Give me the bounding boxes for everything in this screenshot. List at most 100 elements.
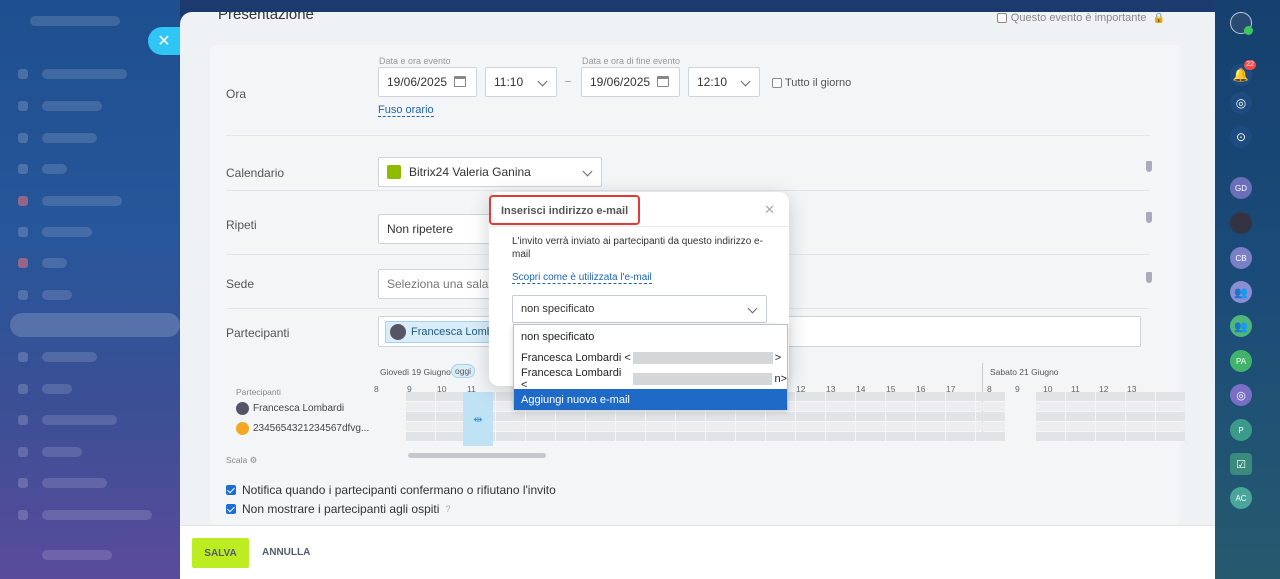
timeline-cell[interactable]	[646, 432, 675, 441]
menu-item[interactable]	[42, 69, 127, 79]
menu-item[interactable]	[42, 510, 152, 520]
timeline-cell[interactable]	[406, 432, 435, 441]
timeline-cell[interactable]	[646, 422, 675, 431]
timeline-cell[interactable]	[676, 412, 705, 421]
timeline-cell[interactable]	[1156, 392, 1185, 401]
avatar-photo[interactable]	[1230, 212, 1252, 234]
timeline-cell[interactable]	[1066, 412, 1095, 421]
timeline-cell[interactable]	[916, 432, 945, 441]
close-icon[interactable]: ✕	[764, 202, 775, 218]
pin-icon[interactable]	[1146, 161, 1152, 172]
location-input[interactable]: Seleziona una sala riu	[378, 269, 498, 299]
timeline-cell[interactable]	[676, 432, 705, 441]
timeline-cell[interactable]	[736, 422, 765, 431]
avatar-p[interactable]: P	[1230, 419, 1252, 441]
help-icon[interactable]: ?	[445, 504, 450, 514]
timeline-cell[interactable]	[1066, 402, 1095, 411]
add-email-option[interactable]: Aggiungi nuova e-mail	[514, 389, 787, 410]
timeline-cell[interactable]	[766, 412, 795, 421]
cancel-button[interactable]: ANNULLA	[262, 547, 310, 558]
timeline-cell[interactable]	[826, 422, 855, 431]
timeline-cell[interactable]	[586, 422, 615, 431]
notify-checkbox[interactable]	[226, 485, 236, 495]
timeline-cell[interactable]	[856, 432, 885, 441]
timeline-cell[interactable]	[556, 422, 585, 431]
timeline-cell[interactable]	[676, 422, 705, 431]
notify-option[interactable]: Notifica quando i partecipanti conferman…	[226, 483, 556, 497]
close-slider-button[interactable]: ✕	[148, 27, 180, 55]
timeline-scrollbar[interactable]	[408, 453, 546, 458]
timeline-cell[interactable]	[946, 402, 975, 411]
menu-item[interactable]	[42, 352, 97, 362]
timeline-cell[interactable]	[616, 432, 645, 441]
email-select[interactable]: non specificato	[512, 295, 767, 323]
menu-item[interactable]	[42, 164, 67, 174]
timeline-cell[interactable]	[1156, 422, 1185, 431]
menu-item[interactable]	[42, 384, 72, 394]
end-time-select[interactable]: 12:10	[688, 67, 760, 97]
group-chat-icon[interactable]: 👥	[1230, 315, 1252, 337]
timeline-cell[interactable]	[1126, 412, 1155, 421]
dropdown-option[interactable]: Francesca Lombardi < >	[514, 347, 787, 368]
menu-item[interactable]	[42, 227, 92, 237]
pin-icon[interactable]	[1146, 272, 1152, 283]
timeline-cell[interactable]	[616, 422, 645, 431]
timeline-cell[interactable]	[1036, 412, 1065, 421]
timeline-cell[interactable]	[586, 412, 615, 421]
timeline-cell[interactable]	[1066, 422, 1095, 431]
timeline-cell[interactable]	[436, 412, 465, 421]
menu-item[interactable]	[42, 415, 117, 425]
timeline-cell[interactable]	[976, 432, 1005, 441]
menu-item[interactable]	[42, 133, 97, 143]
avatar-pa[interactable]: PA	[1230, 350, 1252, 372]
menu-item[interactable]	[42, 478, 107, 488]
timeline-cell[interactable]	[616, 412, 645, 421]
timeline-cell[interactable]	[766, 422, 795, 431]
start-time-select[interactable]: 11:10	[485, 67, 557, 97]
menu-item[interactable]	[42, 447, 82, 457]
important-checkbox[interactable]	[996, 13, 1007, 23]
timeline-cell[interactable]	[436, 402, 465, 411]
timeline-cell[interactable]	[406, 402, 435, 411]
menu-item[interactable]	[42, 196, 122, 206]
all-day-checkbox[interactable]	[772, 78, 782, 88]
menu-item[interactable]	[42, 550, 112, 560]
timeline-cell[interactable]	[886, 422, 915, 431]
timeline-cell[interactable]	[1096, 412, 1125, 421]
timeline-cell[interactable]	[856, 422, 885, 431]
pulse-icon[interactable]: ◎	[1230, 92, 1252, 114]
timeline-cell[interactable]	[856, 412, 885, 421]
timeline-cell[interactable]	[796, 402, 825, 411]
timeline-cell[interactable]	[916, 412, 945, 421]
pin-icon[interactable]	[1146, 212, 1152, 223]
avatar-cb[interactable]: CB	[1230, 247, 1252, 269]
timeline-cell[interactable]	[946, 422, 975, 431]
menu-item-active[interactable]	[10, 313, 180, 337]
timeline-cell[interactable]	[526, 412, 555, 421]
hide-participants-option[interactable]: Non mostrare i partecipanti agli ospiti …	[226, 502, 450, 516]
bell-icon[interactable]: 🔔 22	[1230, 60, 1256, 86]
timeline-cell[interactable]	[436, 432, 465, 441]
timeline-cell[interactable]	[496, 422, 525, 431]
timeline-cell[interactable]	[886, 412, 915, 421]
timeline-cell[interactable]	[796, 422, 825, 431]
timeline-cell[interactable]	[856, 402, 885, 411]
email-help-link[interactable]: Scopri come è utilizzata l'e-mail	[512, 272, 652, 284]
all-day-toggle[interactable]: Tutto il giorno	[772, 77, 851, 89]
timeline-cell[interactable]	[886, 402, 915, 411]
timeline-cell[interactable]	[826, 432, 855, 441]
timeline-cell[interactable]	[556, 412, 585, 421]
timeline-cell[interactable]	[1126, 432, 1155, 441]
timeline-cell[interactable]	[556, 432, 585, 441]
timeline-cell[interactable]	[1096, 402, 1125, 411]
important-toggle[interactable]: Questo evento è importante 🔒	[996, 12, 1165, 24]
timeline-cell[interactable]	[1036, 402, 1065, 411]
timeline-cell[interactable]	[1156, 402, 1185, 411]
timeline-cell[interactable]	[706, 412, 735, 421]
timeline-cell[interactable]	[496, 432, 525, 441]
save-button[interactable]: SALVA	[192, 538, 249, 568]
timeline-cell[interactable]	[946, 432, 975, 441]
avatar-ac[interactable]: AC	[1230, 487, 1252, 509]
timeline-cell[interactable]	[976, 422, 1005, 431]
gear-icon[interactable]: ⚙	[250, 455, 258, 465]
